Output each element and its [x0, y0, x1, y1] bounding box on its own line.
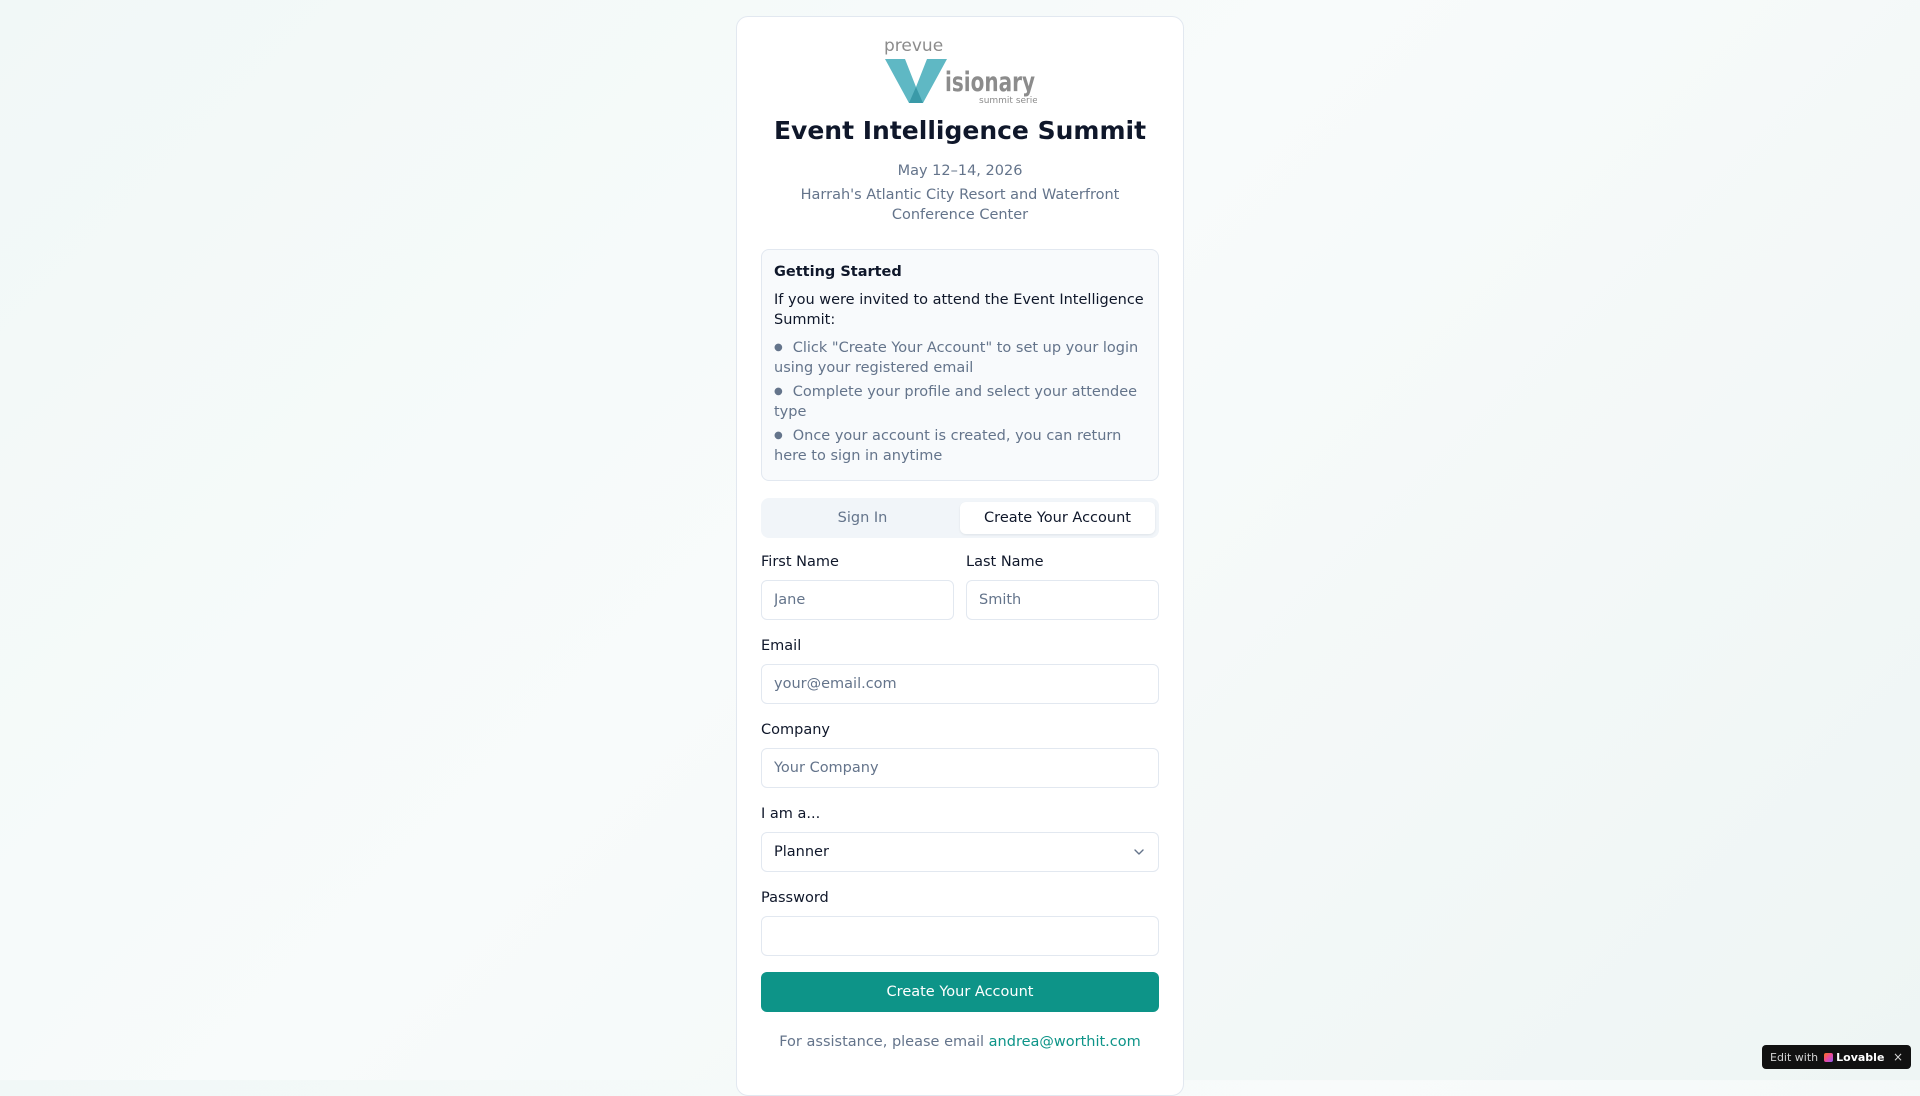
getting-started-steps: ● Click "Create Your Account" to set up y…: [774, 338, 1146, 466]
lovable-brand-text: Lovable: [1836, 1050, 1885, 1064]
lovable-brand: Lovable: [1824, 1051, 1884, 1064]
email-input[interactable]: [761, 664, 1159, 704]
create-account-button[interactable]: Create Your Account: [761, 972, 1159, 1012]
email-label: Email: [761, 638, 802, 654]
last-name-input[interactable]: [966, 580, 1159, 620]
step-item: ● Once your account is created, you can r…: [774, 426, 1146, 466]
step-item: ● Complete your profile and select your a…: [774, 382, 1146, 422]
close-icon[interactable]: ×: [1893, 1050, 1903, 1064]
email-group: Email: [761, 636, 1159, 704]
badge-prefix: Edit with: [1770, 1050, 1819, 1064]
bullet-icon: ●: [774, 386, 783, 397]
getting-started-panel: Getting Started If you were invited to a…: [761, 249, 1159, 481]
prevue-visionary-logo: prevue isionary summit series: [884, 37, 1037, 106]
page-title: Event Intelligence Summit: [773, 116, 1147, 145]
bullet-icon: ●: [774, 342, 783, 353]
role-selected-value: Planner: [774, 844, 829, 860]
tab-sign-in[interactable]: Sign In: [765, 502, 960, 534]
step-text: Click "Create Your Account" to set up yo…: [774, 340, 1139, 376]
edit-with-lovable-badge[interactable]: Edit with Lovable ×: [1762, 1045, 1911, 1069]
logo-top-text: prevue: [884, 37, 943, 56]
chevron-down-icon: [1132, 845, 1146, 859]
password-label: Password: [761, 890, 829, 906]
step-text: Once your account is created, you can re…: [774, 428, 1122, 464]
step-item: ● Click "Create Your Account" to set up y…: [774, 338, 1146, 378]
first-name-input[interactable]: [761, 580, 954, 620]
event-logo: prevue isionary summit series: [761, 37, 1159, 107]
lovable-logo-icon: [1824, 1052, 1834, 1062]
assistance-email-link[interactable]: andrea@worthit.com: [989, 1034, 1141, 1050]
event-venue: Harrah's Atlantic City Resort and Waterf…: [800, 187, 1120, 223]
first-name-group: First Name: [761, 552, 954, 620]
last-name-label: Last Name: [966, 554, 1044, 570]
event-dates: May 12–14, 2026: [897, 163, 1023, 179]
company-input[interactable]: [761, 748, 1159, 788]
bullet-icon: ●: [774, 430, 783, 441]
auth-tabs: Sign In Create Your Account: [761, 498, 1159, 538]
password-group: Password: [761, 888, 1159, 956]
getting-started-intro: If you were invited to attend the Event …: [774, 292, 1144, 328]
getting-started-title: Getting Started: [774, 264, 902, 280]
name-row: First Name Last Name: [761, 552, 1159, 620]
role-group: I am a... Planner: [761, 804, 1159, 872]
last-name-group: Last Name: [966, 552, 1159, 620]
first-name-label: First Name: [761, 554, 839, 570]
company-group: Company: [761, 720, 1159, 788]
password-input[interactable]: [761, 916, 1159, 956]
logo-sub-text: summit series: [979, 96, 1037, 106]
step-text: Complete your profile and select your at…: [774, 384, 1138, 420]
tab-create-account[interactable]: Create Your Account: [960, 502, 1155, 534]
role-label: I am a...: [761, 806, 821, 822]
assistance-note: For assistance, please email andrea@wort…: [761, 1034, 1159, 1050]
assistance-text: For assistance, please email: [779, 1034, 985, 1050]
logo-main-text: isionary: [945, 67, 1035, 98]
role-select[interactable]: Planner: [761, 832, 1159, 872]
company-label: Company: [761, 722, 830, 738]
auth-card: prevue isionary summit series Event Inte…: [736, 16, 1184, 1096]
